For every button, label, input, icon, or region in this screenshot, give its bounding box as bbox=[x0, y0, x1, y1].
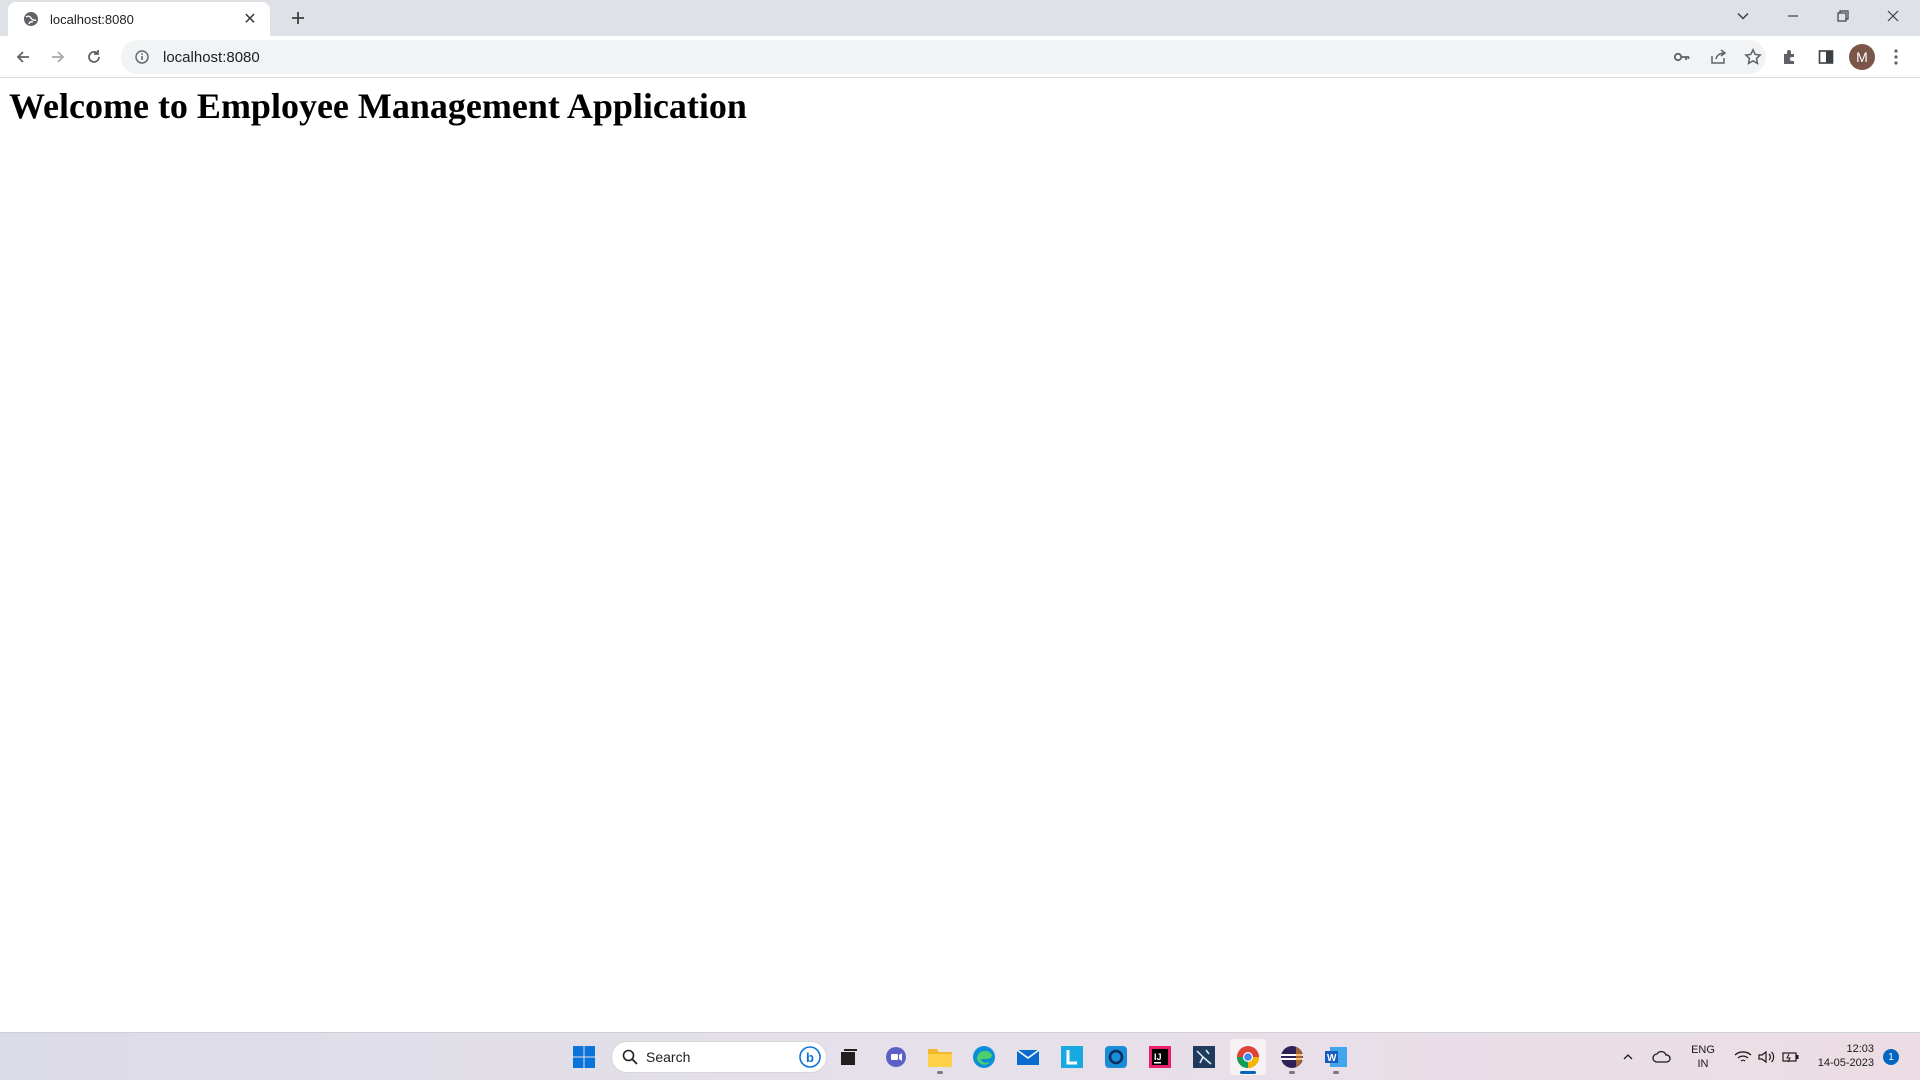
mail-icon bbox=[1016, 1049, 1040, 1065]
plus-icon bbox=[292, 12, 304, 24]
close-icon bbox=[1887, 10, 1899, 22]
taskbar: Search b IJ W ENG IN 12:03 14-05-2023 1 bbox=[0, 1032, 1920, 1080]
avatar[interactable]: M bbox=[1849, 44, 1875, 70]
running-indicator bbox=[1289, 1071, 1295, 1074]
taskbar-search[interactable]: Search b bbox=[611, 1041, 827, 1073]
extensions-button[interactable] bbox=[1776, 43, 1804, 71]
minimize-button[interactable] bbox=[1768, 0, 1818, 32]
chat-icon bbox=[886, 1047, 906, 1067]
tab-title: localhost:8080 bbox=[50, 11, 134, 27]
address-bar[interactable]: localhost:8080 bbox=[121, 40, 1766, 74]
bing-icon: b bbox=[799, 1046, 821, 1068]
task-view-icon bbox=[841, 1049, 857, 1065]
side-panel-button[interactable] bbox=[1812, 43, 1840, 71]
clock-date: 14-05-2023 bbox=[1817, 1057, 1874, 1069]
close-icon[interactable]: ✕ bbox=[240, 9, 260, 29]
teams-chat-button[interactable] bbox=[878, 1039, 914, 1075]
wifi-icon bbox=[1734, 1051, 1752, 1062]
browser-tab[interactable]: localhost:8080 ✕ bbox=[8, 2, 270, 36]
running-indicator bbox=[1333, 1071, 1339, 1074]
search-icon bbox=[622, 1049, 638, 1065]
search-label: Search bbox=[646, 1049, 691, 1065]
mail-button[interactable] bbox=[1010, 1039, 1046, 1075]
reload-button[interactable] bbox=[80, 43, 108, 71]
globe-icon bbox=[22, 10, 40, 28]
browser-toolbar: localhost:8080 M bbox=[0, 36, 1920, 78]
onedrive-button[interactable] bbox=[1648, 1039, 1676, 1075]
blue-app-icon bbox=[1105, 1046, 1127, 1068]
workbench-icon bbox=[1193, 1046, 1215, 1068]
menu-button[interactable] bbox=[1882, 43, 1910, 71]
forward-button[interactable] bbox=[44, 43, 72, 71]
side-panel-icon bbox=[1818, 50, 1834, 64]
minimize-icon bbox=[1788, 15, 1798, 17]
reload-icon bbox=[88, 50, 100, 63]
puzzle-icon bbox=[1784, 50, 1794, 64]
folder-icon bbox=[928, 1049, 952, 1067]
quick-settings-button[interactable] bbox=[1728, 1039, 1806, 1075]
battery-icon bbox=[1782, 1052, 1799, 1063]
restore-icon bbox=[1837, 10, 1849, 22]
chevron-down-icon bbox=[1737, 12, 1749, 20]
word-icon: W bbox=[1325, 1047, 1347, 1067]
arrow-left-icon bbox=[16, 51, 29, 63]
clock[interactable]: 12:03 14-05-2023 bbox=[1808, 1042, 1874, 1070]
url-text: localhost:8080 bbox=[163, 48, 260, 66]
chrome-icon bbox=[1237, 1046, 1259, 1068]
cloud-icon bbox=[1652, 1050, 1671, 1063]
l-app-icon bbox=[1061, 1046, 1083, 1068]
key-icon bbox=[1673, 52, 1690, 62]
intellij-button[interactable]: IJ bbox=[1142, 1039, 1178, 1075]
eclipse-icon bbox=[1281, 1046, 1303, 1068]
info-icon[interactable] bbox=[133, 48, 151, 66]
tab-strip: localhost:8080 ✕ bbox=[0, 0, 1920, 36]
l-app-button[interactable] bbox=[1054, 1039, 1090, 1075]
new-tab-button[interactable] bbox=[286, 6, 310, 30]
blue-app-button[interactable] bbox=[1098, 1039, 1134, 1075]
tab-search-button[interactable] bbox=[1718, 0, 1768, 32]
volume-icon bbox=[1758, 1050, 1775, 1064]
arrow-right-icon bbox=[52, 51, 65, 63]
running-indicator bbox=[937, 1071, 943, 1074]
restore-button[interactable] bbox=[1818, 0, 1868, 32]
page-title: Welcome to Employee Management Applicati… bbox=[9, 86, 747, 126]
svg-text:W: W bbox=[1327, 1053, 1337, 1064]
file-explorer-button[interactable] bbox=[922, 1039, 958, 1075]
share-icon bbox=[1711, 49, 1727, 64]
back-button[interactable] bbox=[9, 43, 37, 71]
bookmark-button[interactable] bbox=[1739, 43, 1767, 71]
running-indicator bbox=[1240, 1071, 1256, 1074]
star-icon bbox=[1744, 48, 1762, 65]
mysql-workbench-button[interactable] bbox=[1186, 1039, 1222, 1075]
more-vert-icon bbox=[1894, 49, 1898, 65]
eclipse-button[interactable] bbox=[1274, 1039, 1310, 1075]
svg-text:IJ: IJ bbox=[1154, 1052, 1162, 1062]
chrome-button[interactable] bbox=[1230, 1039, 1266, 1075]
share-button[interactable] bbox=[1704, 43, 1732, 71]
edge-button[interactable] bbox=[966, 1039, 1002, 1075]
chevron-up-icon bbox=[1623, 1054, 1633, 1060]
close-window-button[interactable] bbox=[1868, 0, 1918, 32]
notification-badge[interactable]: 1 bbox=[1883, 1049, 1899, 1065]
task-view-button[interactable] bbox=[831, 1039, 867, 1075]
page-content: Welcome to Employee Management Applicati… bbox=[0, 79, 1920, 1032]
windows-start-button[interactable] bbox=[566, 1039, 602, 1075]
word-button[interactable]: W bbox=[1318, 1039, 1354, 1075]
windows-icon bbox=[573, 1046, 595, 1068]
intellij-icon: IJ bbox=[1149, 1046, 1171, 1068]
region-code: IN bbox=[1697, 1058, 1709, 1070]
language-indicator[interactable]: ENG IN bbox=[1686, 1043, 1720, 1071]
svg-text:b: b bbox=[806, 1050, 814, 1065]
show-hidden-icons-button[interactable] bbox=[1616, 1039, 1640, 1075]
password-key-button[interactable] bbox=[1668, 43, 1696, 71]
clock-time: 12:03 bbox=[1846, 1043, 1874, 1055]
edge-icon bbox=[973, 1046, 995, 1068]
language-code: ENG bbox=[1691, 1044, 1715, 1056]
